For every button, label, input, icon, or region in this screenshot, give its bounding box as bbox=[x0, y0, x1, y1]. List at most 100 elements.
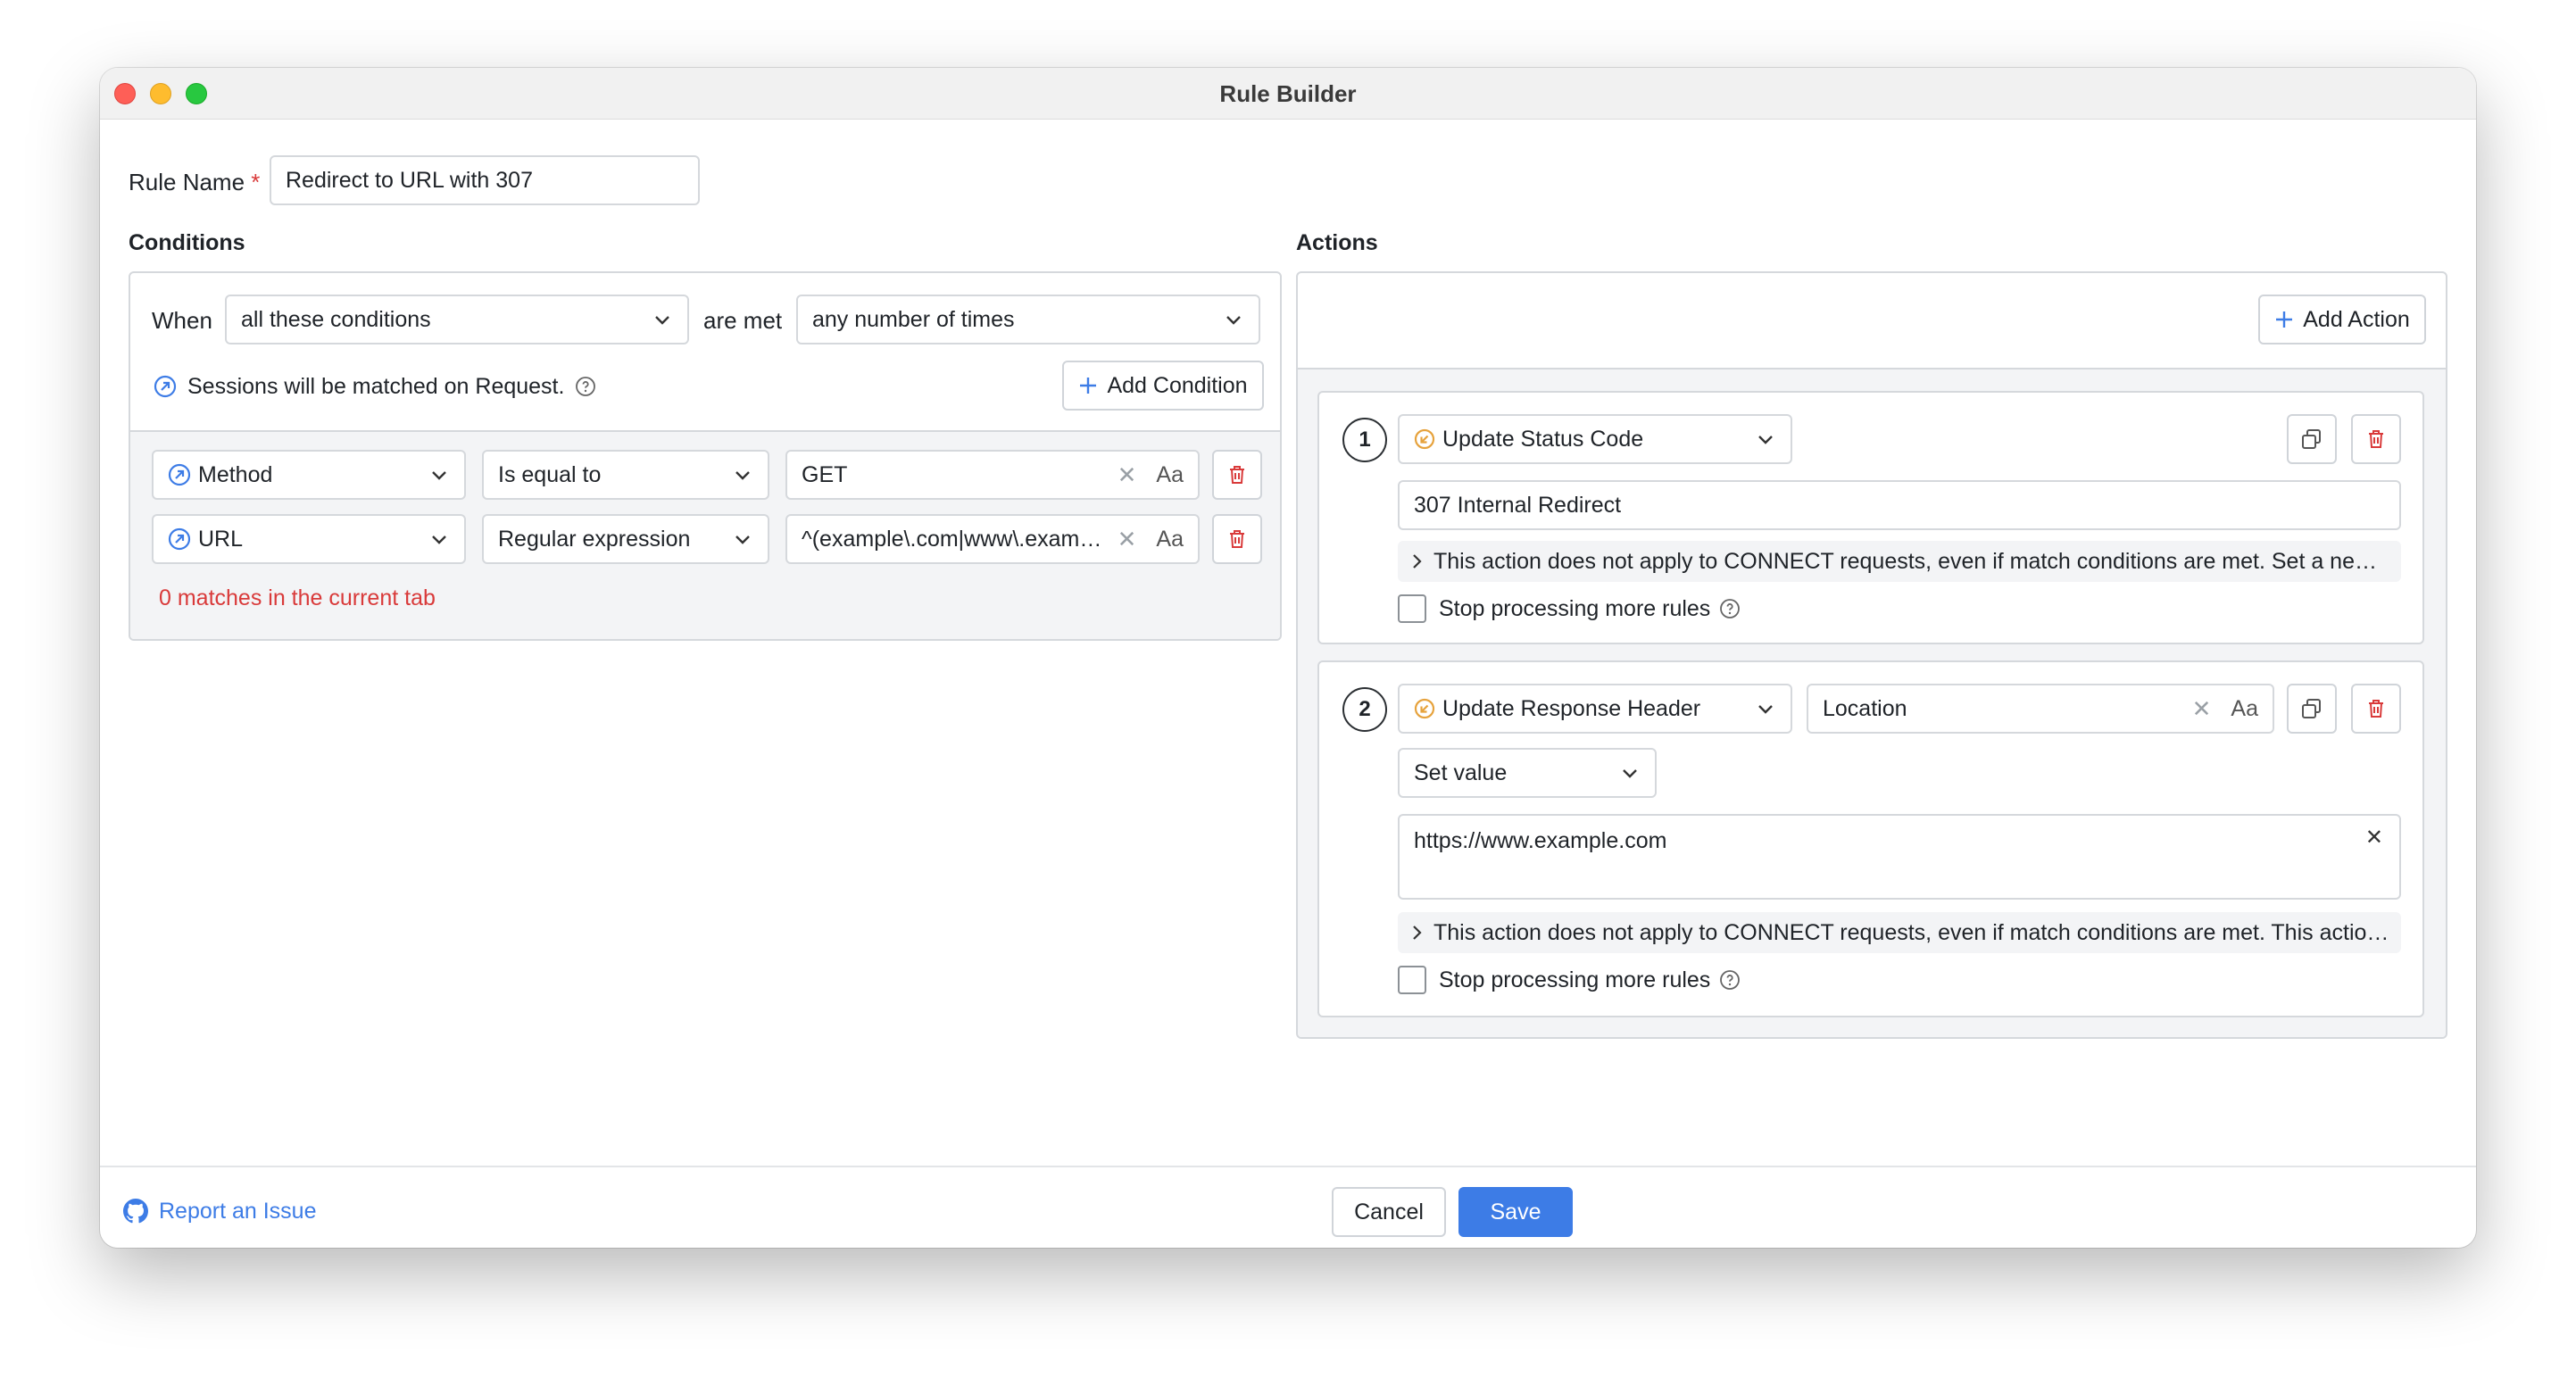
clear-icon[interactable]: ✕ bbox=[2192, 695, 2212, 723]
rule-name-input[interactable]: Redirect to URL with 307 bbox=[270, 155, 700, 205]
trash-icon bbox=[2369, 430, 2383, 448]
github-icon bbox=[123, 1199, 148, 1224]
header-mode-value: Set value bbox=[1414, 760, 1508, 785]
trash-icon bbox=[1230, 466, 1244, 484]
clear-icon[interactable]: ✕ bbox=[1118, 526, 1137, 553]
report-issue-link[interactable]: Report an Issue bbox=[123, 1191, 317, 1232]
delete-condition-button[interactable] bbox=[1212, 514, 1262, 564]
duplicate-action-button[interactable] bbox=[2287, 684, 2337, 734]
cancel-label: Cancel bbox=[1354, 1199, 1424, 1224]
chevron-down-icon bbox=[1226, 316, 1241, 325]
add-condition-button[interactable]: Add Condition bbox=[1062, 361, 1264, 411]
save-label: Save bbox=[1490, 1199, 1541, 1224]
chevron-down-icon bbox=[1623, 769, 1637, 778]
rule-builder-window: Rule Builder Rule Name * Redirect to URL… bbox=[100, 68, 2476, 1248]
action-number: 1 bbox=[1342, 418, 1387, 462]
save-button[interactable]: Save bbox=[1458, 1187, 1573, 1237]
action-number: 2 bbox=[1342, 687, 1387, 732]
trash-icon bbox=[1230, 530, 1244, 548]
conditions-panel: When all these conditions are met any nu… bbox=[129, 271, 1282, 641]
chevron-down-icon bbox=[1758, 705, 1773, 714]
frequency-select[interactable]: any number of times bbox=[796, 295, 1260, 344]
rule-name-label-group: Rule Name * bbox=[129, 157, 260, 207]
condition-field-value: URL bbox=[198, 526, 244, 552]
condition-field-select[interactable]: Method bbox=[152, 450, 466, 500]
action-type-value: Update Status Code bbox=[1442, 426, 1644, 452]
condition-field-select[interactable]: URL bbox=[152, 514, 466, 564]
header-name-input[interactable]: Location ✕ Aa bbox=[1807, 684, 2274, 734]
report-issue-label: Report an Issue bbox=[159, 1198, 317, 1224]
action-note-text: This action does not apply to CONNECT re… bbox=[1433, 548, 2401, 574]
condition-value-input[interactable]: ^(example\.com|www\.example\.com) ✕ Aa bbox=[785, 514, 1200, 564]
trash-icon bbox=[2369, 700, 2383, 718]
plus-icon bbox=[2276, 311, 2293, 328]
response-direction-icon bbox=[1414, 698, 1435, 719]
stop-processing-label: Stop processing more rules bbox=[1439, 967, 1711, 992]
match-mode-select[interactable]: all these conditions bbox=[225, 295, 689, 344]
add-action-button[interactable]: Add Action bbox=[2258, 295, 2426, 344]
help-icon[interactable] bbox=[1719, 969, 1741, 991]
condition-operator-select[interactable]: Regular expression bbox=[482, 514, 769, 564]
matches-count-text: 0 matches in the current tab bbox=[159, 585, 436, 610]
condition-operator-select[interactable]: Is equal to bbox=[482, 450, 769, 500]
action-type-select[interactable]: Update Status Code bbox=[1398, 414, 1792, 464]
chevron-right-icon bbox=[1413, 554, 1422, 569]
action-note-collapsible[interactable]: This action does not apply to CONNECT re… bbox=[1398, 541, 2401, 582]
stop-processing-label-group: Stop processing more rules bbox=[1439, 964, 1741, 996]
action-note-collapsible[interactable]: This action does not apply to CONNECT re… bbox=[1398, 912, 2401, 953]
cancel-button[interactable]: Cancel bbox=[1332, 1187, 1446, 1237]
action-card: 2 Update Response Header Location ✕ Aa S… bbox=[1317, 660, 2424, 1017]
are-met-label: are met bbox=[703, 307, 783, 334]
sessions-note: Sessions will be matched on Request. bbox=[154, 364, 596, 409]
actions-list-area: 1 Update Status Code 307 Internal Redire… bbox=[1298, 368, 2446, 1037]
status-code-value: 307 Internal Redirect bbox=[1414, 492, 1622, 518]
stop-processing-label: Stop processing more rules bbox=[1439, 595, 1711, 621]
required-mark: * bbox=[251, 169, 261, 195]
delete-action-button[interactable] bbox=[2351, 684, 2401, 734]
actions-title: Actions bbox=[1296, 230, 1378, 255]
header-name-value: Location bbox=[1823, 695, 1907, 721]
condition-operator-value: Regular expression bbox=[498, 526, 691, 552]
copy-icon bbox=[2302, 429, 2321, 449]
header-value: https://www.example.com bbox=[1414, 828, 1667, 853]
sessions-note-text: Sessions will be matched on Request. bbox=[187, 373, 565, 399]
condition-rows-area: Method Is equal to GET ✕ Aa URL Regular … bbox=[130, 430, 1280, 639]
duplicate-action-button[interactable] bbox=[2287, 414, 2337, 464]
help-icon[interactable] bbox=[1719, 598, 1741, 619]
action-type-value: Update Response Header bbox=[1442, 695, 1701, 721]
stop-processing-checkbox[interactable] bbox=[1398, 966, 1426, 994]
clear-icon[interactable]: ✕ bbox=[2365, 825, 2383, 851]
response-direction-icon bbox=[1414, 428, 1435, 450]
footer-divider bbox=[100, 1166, 2476, 1167]
status-code-input[interactable]: 307 Internal Redirect bbox=[1398, 480, 2401, 530]
condition-operator-value: Is equal to bbox=[498, 461, 602, 487]
case-sensitive-toggle[interactable]: Aa bbox=[1156, 462, 1184, 488]
case-sensitive-toggle[interactable]: Aa bbox=[1156, 527, 1184, 552]
help-icon[interactable] bbox=[575, 376, 596, 397]
request-direction-icon bbox=[168, 527, 191, 551]
conditions-title: Conditions bbox=[129, 230, 245, 255]
header-mode-select[interactable]: Set value bbox=[1398, 748, 1657, 798]
stop-processing-label-group: Stop processing more rules bbox=[1439, 593, 1741, 625]
frequency-value: any number of times bbox=[812, 306, 1015, 332]
action-type-select[interactable]: Update Response Header bbox=[1398, 684, 1792, 734]
case-sensitive-toggle[interactable]: Aa bbox=[2231, 696, 2258, 722]
header-value-textarea[interactable]: https://www.example.com ✕ bbox=[1398, 814, 2401, 900]
chevron-down-icon bbox=[735, 471, 750, 480]
actions-panel: Add Action 1 Update Status Code 307 Inte… bbox=[1296, 271, 2447, 1039]
chevron-right-icon bbox=[1413, 926, 1422, 940]
delete-action-button[interactable] bbox=[2351, 414, 2401, 464]
window-title: Rule Builder bbox=[1219, 80, 1357, 107]
condition-value: GET bbox=[802, 461, 848, 487]
condition-field-value: Method bbox=[198, 461, 273, 487]
rule-name-value: Redirect to URL with 307 bbox=[286, 167, 533, 193]
condition-value-input[interactable]: GET ✕ Aa bbox=[785, 450, 1200, 500]
clear-icon[interactable]: ✕ bbox=[1118, 461, 1137, 489]
chevron-down-icon bbox=[735, 535, 750, 544]
stop-processing-checkbox[interactable] bbox=[1398, 594, 1426, 623]
copy-icon bbox=[2302, 699, 2321, 718]
title-bar: Rule Builder bbox=[100, 68, 2476, 120]
chevron-down-icon bbox=[1758, 436, 1773, 444]
delete-condition-button[interactable] bbox=[1212, 450, 1262, 500]
condition-value: ^(example\.com|www\.example\.com) bbox=[802, 526, 1110, 552]
